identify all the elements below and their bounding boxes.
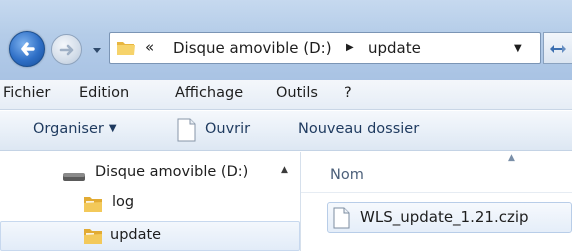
breadcrumb-update[interactable]: update [368,39,421,57]
pane-splitter[interactable] [300,152,301,251]
refresh-icon [550,45,566,53]
document-icon [177,118,196,142]
open-button[interactable]: Ouvrir [205,121,250,137]
file-name: WLS_update_1.21.czip [360,208,529,226]
new-folder-button[interactable]: Nouveau dossier [298,121,419,137]
file-row[interactable]: WLS_update_1.21.czip [327,202,572,233]
command-toolbar: Organiser ▼ Ouvrir Nouveau dossier [0,111,572,151]
folder-icon [84,229,102,244]
menu-affichage[interactable]: Affichage [175,85,243,101]
menu-help[interactable]: ? [344,85,352,101]
column-header-divider [301,192,572,193]
window-title-bar: « Disque amovible (D:) ▶ update ▼ [0,0,572,80]
breadcrumb-arrow-right-icon[interactable]: ▶ [346,42,354,53]
breadcrumb-overflow-chevrons[interactable]: « [145,38,154,56]
nav-item-log[interactable]: log [112,194,134,210]
address-dropdown-icon[interactable]: ▼ [514,43,522,54]
arrow-left-icon [21,42,35,56]
address-bar[interactable]: « Disque amovible (D:) ▶ update ▼ [109,32,541,64]
chevron-down-icon: ▼ [108,123,117,134]
menu-bar: Fichier Edition Affichage Outils ? [0,80,572,110]
folder-icon [117,42,135,55]
removable-drive-icon [63,173,85,181]
nav-item-update[interactable]: update [110,227,161,243]
column-header-name[interactable]: Nom [330,167,364,183]
menu-fichier[interactable]: Fichier [3,85,50,101]
organize-button[interactable]: Organiser ▼ [33,121,117,137]
menu-outils[interactable]: Outils [276,85,318,101]
arrow-right-icon [59,44,74,56]
sort-ascending-icon: ▲ [508,153,515,163]
recent-pages-dropdown-icon[interactable] [90,44,104,56]
forward-button[interactable] [51,34,82,65]
document-icon [333,207,350,229]
folder-icon [84,197,102,212]
scroll-up-arrow-icon[interactable]: ▲ [281,165,288,175]
nav-item-removable-drive[interactable]: Disque amovible (D:) [95,164,248,180]
breadcrumb-drive[interactable]: Disque amovible (D:) [173,39,332,57]
organize-label: Organiser [33,121,104,137]
menu-edition[interactable]: Edition [79,85,129,101]
back-button[interactable] [9,31,45,67]
refresh-button[interactable] [543,32,572,64]
